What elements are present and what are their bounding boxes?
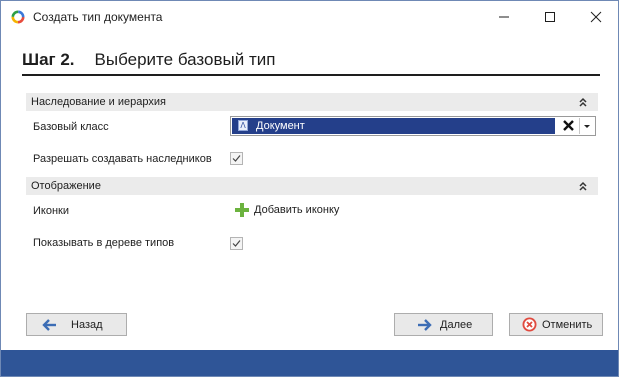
base-class-selected[interactable]: Λ Документ [232,118,555,134]
step-title: Выберите базовый тип [94,50,276,69]
next-label: Далее [440,319,473,331]
group-title-inheritance: Наследование и иерархия [31,96,166,108]
footer-bar [1,350,618,376]
close-icon [590,11,602,23]
cancel-icon [522,317,537,332]
chevron-down-icon [584,125,590,128]
base-class-value: Документ [256,120,305,132]
minimize-button[interactable] [481,1,527,32]
step-header: Шаг 2. Выберите базовый тип [22,50,275,70]
group-title-display: Отображение [31,180,101,192]
arrow-right-icon [418,319,432,331]
maximize-button[interactable] [527,1,573,32]
dialog-window: Создать тип документа Шаг 2. Выберите баз… [0,0,619,377]
group-header-inheritance[interactable]: Наследование и иерархия [26,93,598,111]
show-in-tree-label: Показывать в дереве типов [33,237,175,249]
window-title: Создать тип документа [33,10,163,24]
close-button[interactable] [573,1,618,32]
next-button[interactable]: Далее [394,313,493,336]
app-logo-icon [11,10,25,24]
base-class-combobox[interactable]: Λ Документ [230,116,596,136]
base-class-label: Базовый класс [33,121,109,133]
document-type-icon: Λ [238,120,248,131]
cancel-button[interactable]: Отменить [509,313,603,336]
checkmark-icon [232,240,241,247]
clear-selection-button[interactable] [558,118,579,134]
checkmark-icon [232,155,241,162]
step-number: Шаг 2. [22,50,75,69]
arrow-left-icon [42,319,56,331]
allow-children-label: Разрешать создавать наследников [33,153,212,165]
collapse-up-icon[interactable] [578,96,588,108]
show-in-tree-checkbox[interactable] [230,237,243,250]
header-divider [22,74,600,76]
plus-icon [235,203,249,217]
clear-x-icon [563,120,574,131]
back-label: Назад [71,319,103,331]
cancel-label: Отменить [542,319,593,331]
collapse-up-icon[interactable] [578,180,588,192]
maximize-icon [545,12,555,22]
allow-children-checkbox[interactable] [230,152,243,165]
title-bar[interactable]: Создать тип документа [1,1,618,32]
group-header-display[interactable]: Отображение [26,177,598,195]
dropdown-button[interactable] [579,118,594,134]
icons-label: Иконки [33,205,69,217]
add-icon-label: Добавить иконку [254,204,340,216]
back-button[interactable]: Назад [26,313,127,336]
minimize-icon [499,16,509,18]
